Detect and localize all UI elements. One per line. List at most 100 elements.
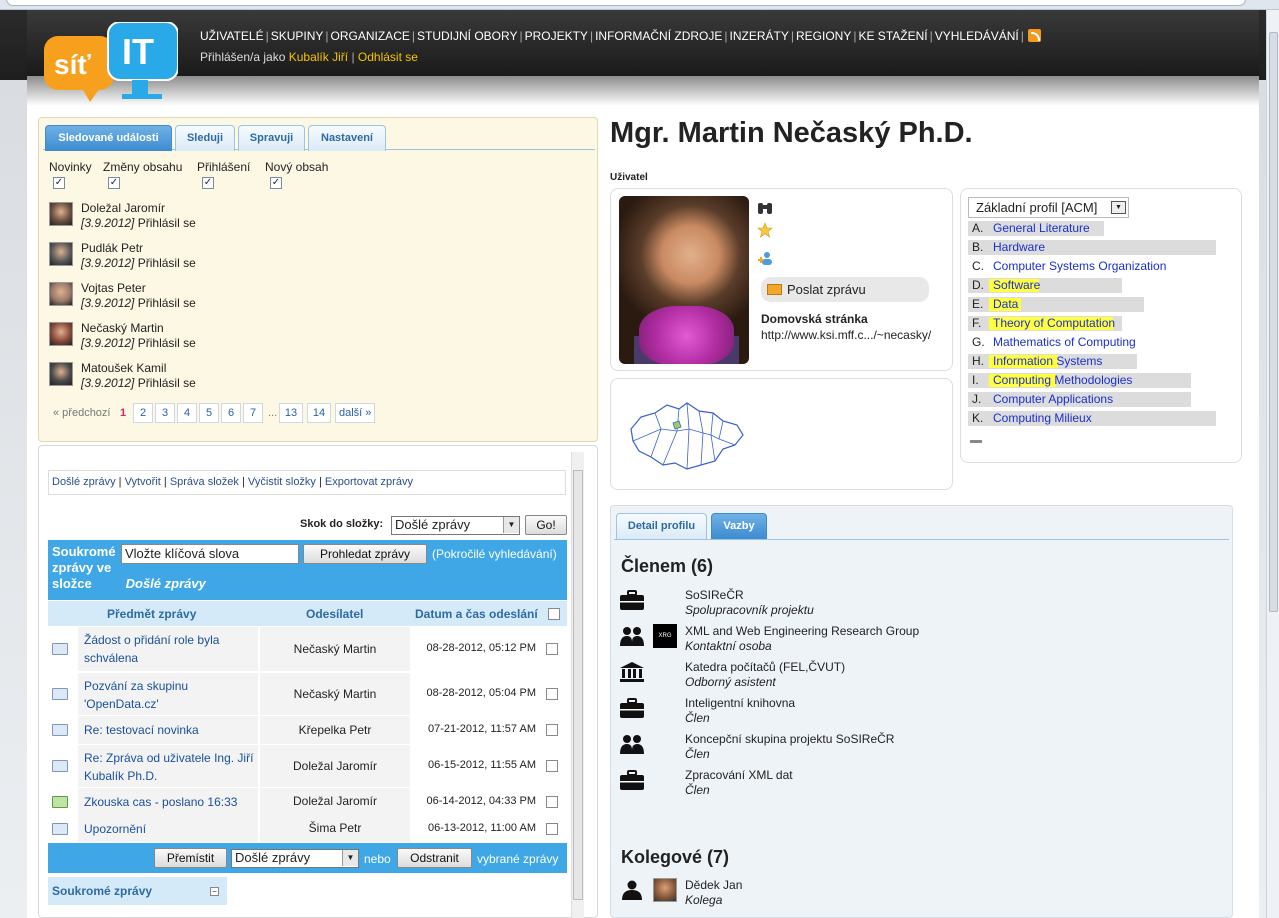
membership-name[interactable]: Inteligentní knihovna [685,696,795,710]
membership-name[interactable]: XML and Web Engineering Research Group [685,624,919,638]
move-button[interactable]: Přemístit [154,848,227,868]
acm-link[interactable]: Computer Systems Organization [993,259,1166,274]
star-icon[interactable] [757,222,773,238]
acm-category[interactable]: J. Computer Applications [968,392,1216,407]
message-subject-link[interactable]: Re: Zpráva od uživatele Ing. Jiří Kubalí… [84,749,254,785]
table-row[interactable]: Pozvání za skupinu 'OpenData.cz' Nečaský … [48,673,567,715]
message-sender[interactable]: Doležal Jaromír [260,745,410,787]
messages-scrollbar[interactable] [571,452,584,918]
messages-tool-link[interactable]: Došlé zprávy [52,476,116,488]
message-sender[interactable]: Doležal Jaromír [260,788,410,815]
acm-category[interactable]: D. Software [968,278,1216,293]
nav-item[interactable]: UŽIVATELÉ [200,29,264,43]
col-sender[interactable]: Odesílatel [306,607,363,621]
event-avatar[interactable] [49,242,73,266]
acm-link[interactable]: Software [993,278,1040,293]
add-contact-icon[interactable] [757,250,773,266]
message-subject-link[interactable]: Upozornění [84,820,254,838]
messages-tool-link[interactable]: Vyčistit složky [248,476,316,488]
select-all-checkbox[interactable] [548,608,560,620]
event-user-link[interactable]: Pudlák Petr [81,241,143,255]
filter-checkbox-news[interactable]: ✓ [53,177,65,189]
message-sender[interactable]: Nečaský Martin [260,673,410,715]
acm-link[interactable]: General Literature [993,221,1090,236]
delete-button[interactable]: Odstranit [397,848,472,868]
pager-page[interactable]: 2 [133,403,153,423]
event-avatar[interactable] [49,362,73,386]
move-folder-select[interactable]: Došlé zprávy ▼ [231,849,359,868]
acm-link[interactable]: Computer Applications [993,392,1113,407]
acm-category[interactable]: C. Computer Systems Organization [968,259,1216,274]
rss-icon[interactable] [1027,29,1041,42]
pager-prev[interactable]: « předchozí [53,407,110,419]
pager-page[interactable]: 6 [221,403,241,423]
acm-collapse-handle[interactable] [970,440,982,443]
event-user-link[interactable]: Doležal Jaromír [81,201,165,215]
acm-link[interactable]: Information Systems [993,354,1102,369]
acm-category[interactable]: E. Data [968,297,1216,312]
search-input[interactable]: Vložte klíčová slova [121,544,299,564]
acm-category[interactable]: A. General Literature [968,221,1216,236]
nav-item[interactable]: REGIONY [796,29,851,43]
sitit-logo[interactable]: síť IT [42,22,178,108]
advanced-search-link[interactable]: (Pokročilé vyhledávání) [432,547,557,561]
acm-link[interactable]: Theory of Computation [993,316,1115,331]
nav-item[interactable]: INZERÁTY [730,29,789,43]
pager-page[interactable]: 3 [155,403,175,423]
pager-page[interactable]: 5 [199,403,219,423]
logout-link[interactable]: Odhlásit se [358,50,418,64]
acm-link[interactable]: Computing Milieux [993,411,1092,426]
acm-category[interactable]: B. Hardware [968,240,1216,255]
message-subject-link[interactable]: Zkouska cas - poslano 16:33 [84,793,254,811]
acm-category[interactable]: G. Mathematics of Computing [968,335,1216,350]
nav-item[interactable]: SKUPINY [271,29,324,43]
search-messages-button[interactable]: Prohledat zprávy [303,544,427,564]
membership-name[interactable]: Katedra počítačů (FEL,ČVUT) [685,660,845,674]
message-checkbox[interactable] [546,796,558,808]
logged-user-link[interactable]: Kubalík Jiří [289,50,348,64]
nav-item[interactable]: STUDIJNÍ OBORY [417,29,517,43]
acm-category[interactable]: H. Information Systems [968,354,1216,369]
message-subject-link[interactable]: Pozvání za skupinu 'OpenData.cz' [84,677,254,713]
col-date[interactable]: Datum a čas odeslání [415,607,538,621]
filter-checkbox-logins[interactable]: ✓ [202,177,214,189]
collapse-icon[interactable]: − [210,887,219,896]
tab-relations[interactable]: Vazby [711,513,767,539]
event-avatar[interactable] [49,202,73,226]
table-row[interactable]: Re: testovací novinka Křepelka Petr 07-21-… [48,716,567,744]
acm-category[interactable]: K. Computing Milieux [968,411,1216,426]
go-button[interactable]: Go! [525,515,567,535]
pager-page[interactable]: 7 [243,403,263,423]
nav-item[interactable]: VYHLEDÁVÁNÍ [935,29,1019,43]
jump-folder-select[interactable]: Došlé zprávy ▼ [391,516,520,535]
event-user-link[interactable]: Vojtas Peter [81,281,146,295]
messages-tool-link[interactable]: Vytvořit [125,476,161,488]
event-user-link[interactable]: Matoušek Kamil [81,361,166,375]
col-subject[interactable]: Předmět zprávy [107,607,196,621]
tab-profile-detail[interactable]: Detail profilu [616,513,707,539]
acm-link[interactable]: Data [993,297,1018,312]
send-message-button[interactable]: Poslat zprávu [761,277,929,302]
pager-page[interactable]: 13 [279,403,303,423]
event-user-link[interactable]: Nečaský Martin [81,321,164,335]
homepage-link[interactable]: http://www.ksi.mff.c.../~necasky/ [761,328,931,342]
tab-following[interactable]: Sleduji [175,125,235,151]
membership-name[interactable]: Koncepční skupina projektu SoSIReČR [685,732,894,746]
private-messages-title[interactable]: Soukromé zprávy [52,884,152,898]
message-checkbox[interactable] [546,823,558,835]
nav-item[interactable]: PROJEKTY [525,29,588,43]
table-row[interactable]: Zkouska cas - poslano 16:33 Doležal Jarom… [48,788,567,815]
acm-link[interactable]: Hardware [993,240,1045,255]
membership-name[interactable]: SoSIReČR [685,588,744,602]
message-sender[interactable]: Křepelka Petr [260,716,410,744]
filter-checkbox-new-content[interactable]: ✓ [270,177,282,189]
pager-page[interactable]: 14 [307,403,331,423]
nav-item[interactable]: KE STAŽENÍ [858,29,927,43]
page-scrollbar[interactable] [1266,10,1279,918]
tab-settings[interactable]: Nastavení [308,125,386,151]
czech-map-icon[interactable] [627,399,747,471]
acm-profile-select[interactable]: Základní profil [ACM] ▼ [968,197,1129,218]
acm-link[interactable]: Computing Methodologies [993,373,1132,388]
event-avatar[interactable] [49,282,73,306]
message-subject-link[interactable]: Žádost o přidání role byla schválena [84,631,254,667]
